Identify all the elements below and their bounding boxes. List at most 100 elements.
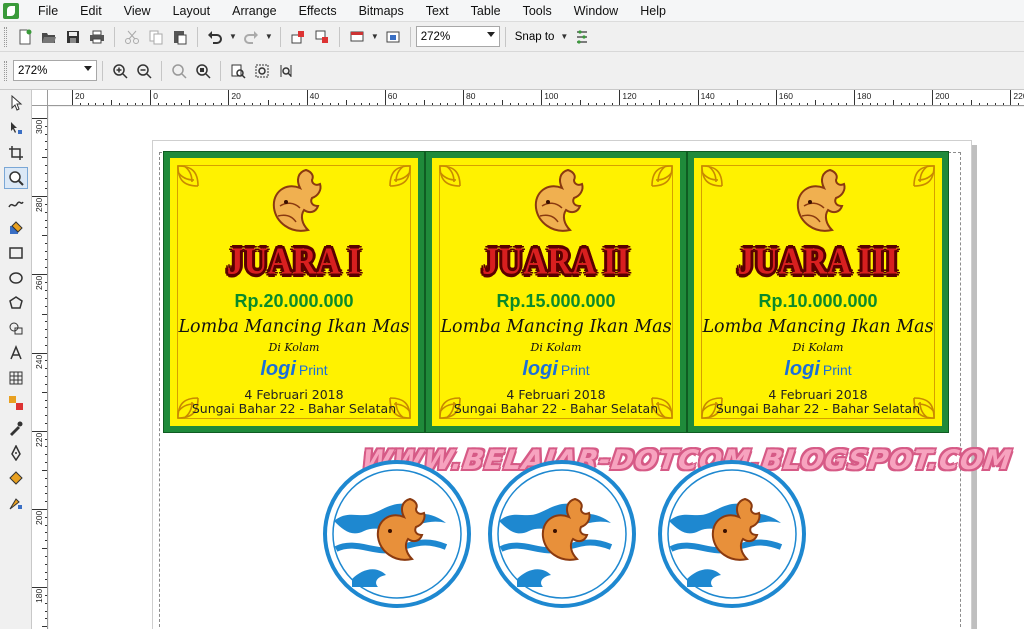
import-button[interactable]: [287, 26, 309, 48]
menu-tools[interactable]: Tools: [512, 0, 563, 22]
menu-text[interactable]: Text: [415, 0, 460, 22]
zoom-level-combo[interactable]: 272%: [416, 26, 500, 47]
zoom-to-page-button[interactable]: [227, 60, 249, 82]
copy-button[interactable]: [145, 26, 167, 48]
menu-bitmaps[interactable]: Bitmaps: [348, 0, 415, 22]
application-launcher-button[interactable]: [382, 26, 404, 48]
award-card[interactable]: JUARA III Rp.10.000.000 Lomba Mancing Ik…: [688, 152, 948, 432]
toolbar-grip[interactable]: [4, 27, 7, 47]
fish-wave-badge[interactable]: [487, 459, 637, 609]
new-document-button[interactable]: [14, 26, 36, 48]
export-button[interactable]: [311, 26, 333, 48]
menu-table[interactable]: Table: [460, 0, 512, 22]
table-tool[interactable]: [4, 367, 28, 389]
menu-layout[interactable]: Layout: [162, 0, 222, 22]
ruler-minor-tick: [705, 103, 706, 106]
drawing-canvas[interactable]: JUARA I Rp.20.000.000 Lomba Mancing Ikan…: [49, 107, 1024, 629]
print-button[interactable]: [86, 26, 108, 48]
menu-file[interactable]: File: [27, 0, 69, 22]
toolbar-separator: [339, 27, 340, 47]
basic-shapes-tool[interactable]: [4, 317, 28, 339]
ruler-minor-tick: [45, 501, 48, 502]
award-card[interactable]: JUARA I Rp.20.000.000 Lomba Mancing Ikan…: [164, 152, 424, 432]
ruler-minor-tick: [612, 103, 613, 106]
polygon-tool[interactable]: [4, 292, 28, 314]
ruler-minor-tick: [135, 103, 136, 106]
ellipse-tool[interactable]: [4, 267, 28, 289]
event-date: 4 Februari 2018: [432, 387, 680, 402]
menu-view[interactable]: View: [113, 0, 162, 22]
toolbar-separator: [410, 27, 411, 47]
menu-help[interactable]: Help: [629, 0, 677, 22]
redo-button[interactable]: [240, 26, 262, 48]
snap-to-button[interactable]: Snap to: [515, 31, 555, 43]
open-button[interactable]: [38, 26, 60, 48]
cut-button[interactable]: [121, 26, 143, 48]
ornament-corner-icon: [630, 164, 674, 208]
fish-wave-badge[interactable]: [322, 459, 472, 609]
ruler-origin[interactable]: [32, 90, 48, 106]
menu-edit[interactable]: Edit: [69, 0, 113, 22]
zoom-out-button[interactable]: [133, 60, 155, 82]
shape-tool[interactable]: [4, 117, 28, 139]
menu-arrange[interactable]: Arrange: [221, 0, 287, 22]
zoom-to-page-width-button[interactable]: [251, 60, 273, 82]
undo-button[interactable]: [204, 26, 226, 48]
smart-fill-tool[interactable]: [4, 217, 28, 239]
zoom-all-icon: [195, 63, 211, 79]
options-button[interactable]: [571, 26, 593, 48]
ruler-minor-tick: [45, 384, 48, 385]
ruler-label: 20: [231, 91, 240, 101]
toolbar-grip[interactable]: [4, 61, 7, 81]
vertical-ruler[interactable]: 300280260240220200180: [32, 106, 48, 629]
zoom-in-button[interactable]: [109, 60, 131, 82]
award-card[interactable]: JUARA II Rp.15.000.000 Lomba Mancing Ika…: [426, 152, 686, 432]
paste-button[interactable]: [169, 26, 191, 48]
snap-to-dropdown-arrow[interactable]: ▼: [560, 32, 568, 41]
text-tool[interactable]: [4, 342, 28, 364]
ruler-minor-tick: [45, 462, 48, 463]
ruler-minor-tick: [45, 141, 48, 142]
app-icon[interactable]: [3, 3, 19, 19]
smart-drawing-tool[interactable]: [4, 492, 28, 514]
publish-pdf-button[interactable]: [346, 26, 368, 48]
zoom-to-selected-button[interactable]: [168, 60, 190, 82]
folder-open-icon: [41, 29, 57, 45]
zoom-selected-icon: [171, 63, 187, 79]
property-zoom-combo[interactable]: 272%: [13, 60, 97, 81]
publish-dropdown-arrow[interactable]: ▼: [371, 32, 379, 41]
event-title: Lomba Mancing Ikan Mas: [170, 317, 418, 337]
zoom-tool[interactable]: [4, 167, 28, 189]
rectangle-tool[interactable]: [4, 242, 28, 264]
pick-tool[interactable]: [4, 92, 28, 114]
ruler-minor-tick: [244, 103, 245, 106]
fish-wave-badge[interactable]: [657, 459, 807, 609]
horizontal-ruler[interactable]: 20020406080100120140160180200220: [48, 90, 1024, 106]
redo-dropdown-arrow[interactable]: ▼: [265, 32, 273, 41]
ruler-minor-tick: [643, 103, 644, 106]
menu-window[interactable]: Window: [563, 0, 629, 22]
ruler-minor-tick: [1018, 103, 1019, 106]
event-date: 4 Februari 2018: [170, 387, 418, 402]
crop-tool[interactable]: [4, 142, 28, 164]
ruler-minor-tick: [862, 103, 863, 106]
ruler-minor-tick: [45, 173, 48, 174]
ruler-minor-tick: [870, 103, 871, 106]
ruler-minor-tick: [45, 603, 48, 604]
ruler-tick: [932, 90, 933, 106]
eyedropper-tool[interactable]: [4, 417, 28, 439]
ruler-minor-tick: [45, 298, 48, 299]
ruler-minor-tick: [447, 103, 448, 106]
fill-tool[interactable]: [4, 467, 28, 489]
ruler-minor-tick: [45, 376, 48, 377]
freehand-tool[interactable]: [4, 192, 28, 214]
undo-dropdown-arrow[interactable]: ▼: [229, 32, 237, 41]
zoom-to-all-objects-button[interactable]: [192, 60, 214, 82]
save-button[interactable]: [62, 26, 84, 48]
printer-icon: [89, 29, 105, 45]
interactive-tool[interactable]: [4, 392, 28, 414]
zoom-to-page-height-button[interactable]: [275, 60, 297, 82]
menu-effects[interactable]: Effects: [288, 0, 348, 22]
ruler-minor-tick: [45, 282, 48, 283]
outline-pen-tool[interactable]: [4, 442, 28, 464]
